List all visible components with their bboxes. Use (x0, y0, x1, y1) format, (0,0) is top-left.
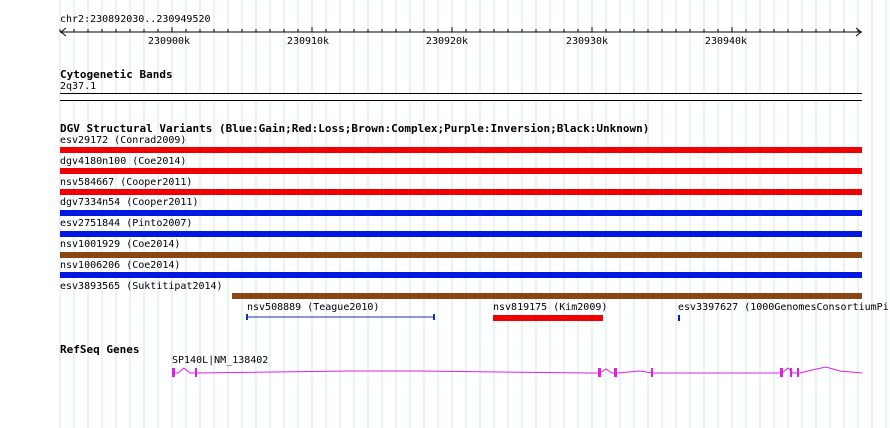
tick-label: 230940k (704, 36, 748, 47)
variant-bar[interactable] (232, 293, 862, 299)
variant-bar[interactable] (60, 252, 862, 258)
variant-bar[interactable] (60, 272, 862, 278)
gene-model-sp140l[interactable] (0, 362, 890, 384)
dgv-track-title: DGV Structural Variants (Blue:Gain;Red:L… (60, 122, 650, 135)
variant-label: nsv584667 (Cooper2011) (60, 177, 193, 188)
genome-browser-view: chr2:230892030..230949520 230900k 230910… (0, 0, 890, 428)
variant-bar[interactable] (60, 189, 862, 195)
gene-exon (614, 368, 617, 377)
ruler-location: chr2:230892030..230949520 (60, 14, 211, 25)
variant-label: nsv1006206 (Coe2014) (60, 260, 181, 271)
variant-bar[interactable] (60, 147, 862, 153)
cytoband-track-title: Cytogenetic Bands (60, 68, 173, 81)
refseq-track-title: RefSeq Genes (60, 343, 140, 356)
variant-bar[interactable] (60, 231, 862, 237)
variant-span-bar[interactable] (246, 313, 438, 321)
variant-label: esv29172 (Conrad2009) (60, 135, 187, 146)
variant-label: esv3893565 (Suktitipat2014) (60, 281, 223, 292)
variant-bar[interactable] (60, 210, 862, 216)
variant-bar[interactable] (60, 168, 862, 174)
variant-bar[interactable] (678, 315, 680, 321)
variant-label: esv2751844 (Pinto2007) (60, 218, 193, 229)
cytoband-label: 2q37.1 (60, 81, 97, 92)
variant-label: nsv819175 (Kim2009) (493, 302, 608, 313)
gene-exon (651, 368, 653, 377)
gene-exon (780, 368, 783, 377)
variant-label: esv3397627 (1000GenomesConsortiumPi (678, 302, 889, 313)
gene-exon (790, 368, 792, 377)
gene-exon (195, 368, 197, 377)
cytoband-bar[interactable] (60, 93, 862, 101)
tick-label: 230900k (147, 36, 191, 47)
gene-exon (172, 368, 175, 377)
tick-label: 230910k (286, 36, 330, 47)
gene-intron-line (172, 366, 863, 374)
gene-exon (598, 368, 601, 377)
variant-label: dgv4180n100 (Coe2014) (60, 156, 187, 167)
tick-label: 230920k (425, 36, 469, 47)
variant-bar[interactable] (493, 315, 603, 321)
gene-exon (797, 368, 799, 377)
variant-label: nsv1001929 (Coe2014) (60, 239, 181, 250)
tick-label: 230930k (565, 36, 609, 47)
variant-label: dgv7334n54 (Cooper2011) (60, 197, 199, 208)
